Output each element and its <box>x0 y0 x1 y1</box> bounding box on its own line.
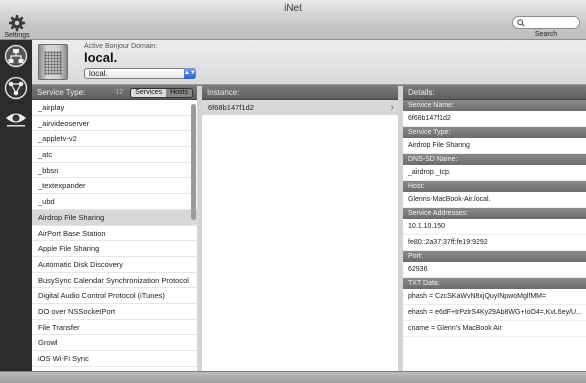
instances-column: Instance: 6f68b147f1d2 › <box>202 86 398 371</box>
service-list-item[interactable]: BusySync Calendar Synchronization Protoc… <box>32 273 197 289</box>
domain-caption: Active Bonjour Domain: <box>84 43 158 50</box>
detail-value: fe80::2a37:37ff:fe19:9292 <box>403 235 586 251</box>
service-list-item[interactable]: _textexpander <box>32 178 197 195</box>
mode-sidebar <box>0 40 32 371</box>
service-list-item[interactable]: _airvideoserver <box>32 116 197 132</box>
details-list: Service Name: 6f68b147f1d2 Service Type: Ai… <box>403 100 586 337</box>
detail-label: DNS-SD Name: <box>403 154 586 165</box>
instance-row[interactable]: 6f68b147f1d2 › <box>202 100 398 115</box>
detail-value: _airdrop._tcp. <box>403 165 586 181</box>
domain-select[interactable]: local. ▲▼ <box>84 68 196 79</box>
segment-hosts[interactable]: Hosts <box>166 89 192 97</box>
gear-icon <box>8 14 26 32</box>
segment-services[interactable]: Services <box>131 89 167 97</box>
detail-label: Service Name: <box>403 100 586 111</box>
eye-icon[interactable] <box>4 106 28 130</box>
services-list: _airplay _airvideoserver _appletv-v2 _atc _b… <box>32 100 197 367</box>
detail-label: Port: <box>403 251 586 262</box>
network-icon[interactable] <box>4 44 28 68</box>
services-count: 12 <box>115 89 123 96</box>
detail-label: Service Type: <box>403 127 586 138</box>
detail-value: ehash = e6dF+trPzlrS4Ky29Ab8WG+IoO4=,KvL… <box>403 305 586 321</box>
service-list-item[interactable]: DO over NSSocketPort <box>32 304 197 320</box>
services-column: Service Type: 12 Services Hosts _airplay… <box>32 86 197 371</box>
details-header: Details: <box>403 86 586 100</box>
service-list-item[interactable]: iOS Wi-Fi Sync <box>32 351 197 367</box>
search-label: Search <box>534 31 558 38</box>
detail-value: 6f68b147f1d2 <box>403 111 586 127</box>
instance-name: 6f68b147f1d2 <box>208 103 254 112</box>
window-title: iNet <box>284 3 302 14</box>
search-field[interactable] <box>512 16 580 29</box>
service-list-item[interactable]: _ubd <box>32 194 197 210</box>
detail-value: 62936 <box>403 262 586 278</box>
detail-label: Service Addresses: <box>403 208 586 219</box>
chevron-updown-icon: ▲▼ <box>184 68 196 79</box>
toolbar: iNet Settings Search <box>0 0 586 40</box>
detail-value: Airdrop File Sharing <box>403 138 586 154</box>
detail-value: cname = Glenn’s MacBook Air <box>403 321 586 337</box>
detail-label: TXT Data: <box>403 278 586 289</box>
mac-pro-icon <box>38 44 68 80</box>
search-area: Search <box>512 16 580 38</box>
service-list-item[interactable]: AirPort Base Station <box>32 226 197 242</box>
instances-header-label: Instance: <box>207 88 240 97</box>
services-header-label: Service Type: <box>37 88 86 97</box>
domain-header: Active Bonjour Domain: local. local. ▲▼ <box>32 40 586 85</box>
detail-value: 10.1.10.150 <box>403 219 586 235</box>
service-list-item[interactable]: Airdrop File Sharing <box>32 209 197 226</box>
service-list-item[interactable]: Apple File Sharing <box>32 241 197 257</box>
service-list-item[interactable]: Growl <box>32 335 197 351</box>
service-list-item[interactable]: _appletv-v2 <box>32 131 197 148</box>
details-header-label: Details: <box>408 88 435 97</box>
domain-select-value: local. <box>89 69 108 78</box>
service-list-item[interactable]: _atc <box>32 147 197 163</box>
detail-label: Host: <box>403 181 586 192</box>
service-list-item[interactable]: _bbsn <box>32 163 197 179</box>
bonjour-icon[interactable] <box>4 76 28 100</box>
service-list-item[interactable]: Automatic Disk Discovery <box>32 257 197 273</box>
chevron-right-icon: › <box>390 102 394 113</box>
settings-label: Settings <box>4 32 30 39</box>
instances-header: Instance: <box>202 86 398 100</box>
details-column: Details: Service Name: 6f68b147f1d2 Servic… <box>403 86 586 371</box>
detail-value: phash = CzcSKaWvN8xjQuyINpwoMglfMM= <box>403 289 586 305</box>
service-list-item[interactable]: Digital Audio Control Protocol (iTunes) <box>32 288 197 304</box>
settings-button[interactable]: Settings <box>2 14 32 39</box>
status-bar <box>0 371 586 383</box>
service-list-item[interactable]: File Transfer <box>32 320 197 336</box>
detail-value: Glenns-MacBook-Air.local. <box>403 192 586 208</box>
service-list-item[interactable]: _airplay <box>32 100 197 116</box>
services-header: Service Type: 12 Services Hosts <box>32 86 197 100</box>
search-icon <box>517 19 525 27</box>
services-hosts-toggle: Services Hosts <box>130 88 193 98</box>
services-scrollbar[interactable] <box>191 104 196 220</box>
search-input[interactable] <box>527 17 577 28</box>
domain-name: local. <box>84 50 118 65</box>
